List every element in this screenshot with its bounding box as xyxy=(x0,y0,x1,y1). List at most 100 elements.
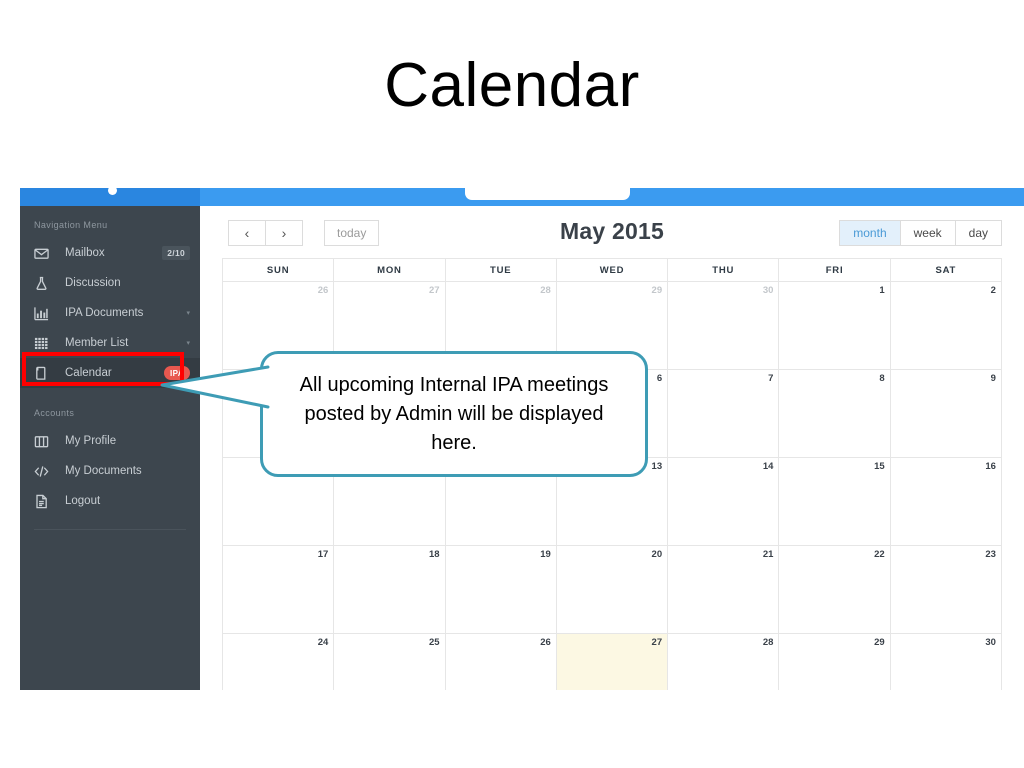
day-number: 2 xyxy=(990,285,996,296)
code-icon xyxy=(34,463,54,479)
calendar-day-cell[interactable]: 2 xyxy=(890,282,1002,370)
sidebar-item-label: Member List xyxy=(65,337,129,349)
sidebar-item-logout[interactable]: Logout xyxy=(20,486,200,516)
columns-icon xyxy=(34,433,54,449)
day-header-fri: FRI xyxy=(779,259,891,282)
calendar-day-cell[interactable]: 14 xyxy=(668,458,780,546)
sidebar: Navigation Menu Mailbox 2/10 Discussion IPA… xyxy=(20,206,200,690)
calendar-day-cell[interactable]: 7 xyxy=(668,370,780,458)
brand-dot-icon xyxy=(108,188,117,195)
view-button-day[interactable]: day xyxy=(954,220,1002,246)
ipa-badge: IPA xyxy=(164,366,190,380)
calendar-day-cell[interactable]: 25 xyxy=(334,634,446,690)
view-button-week[interactable]: week xyxy=(899,220,956,246)
sidebar-section-navigation-label: Navigation Menu xyxy=(34,220,108,230)
calendar-day-cell[interactable]: 19 xyxy=(445,546,557,634)
calendar-day-cell[interactable]: 22 xyxy=(779,546,891,634)
day-number: 27 xyxy=(651,637,663,648)
calendar-day-cell[interactable]: 8 xyxy=(779,370,891,458)
day-number: 14 xyxy=(762,461,774,472)
sidebar-item-my-documents[interactable]: My Documents xyxy=(20,456,200,486)
calendar-day-cell[interactable]: 20 xyxy=(556,546,669,634)
topbar-notch xyxy=(465,188,630,200)
day-number: 15 xyxy=(874,461,885,472)
bar-chart-icon xyxy=(34,305,54,321)
sidebar-item-label: IPA Documents xyxy=(65,307,144,319)
day-number: 9 xyxy=(990,373,996,384)
calendar-day-cell[interactable]: 29 xyxy=(779,634,891,690)
sidebar-item-member-list[interactable]: Member List ▾ xyxy=(20,328,200,358)
calendar-day-cell[interactable]: 26 xyxy=(446,634,557,690)
sidebar-item-label: My Documents xyxy=(65,465,142,477)
sidebar-item-calendar[interactable]: Calendar IPA xyxy=(20,358,200,388)
calendar-day-cell[interactable]: 16 xyxy=(890,458,1002,546)
day-number: 20 xyxy=(651,549,663,560)
calendar-day-cell[interactable]: 23 xyxy=(890,546,1002,634)
calendar-day-cell[interactable]: 24 xyxy=(223,634,335,690)
calendar-day-cell[interactable]: 15 xyxy=(779,458,891,546)
day-number: 30 xyxy=(985,637,996,648)
calendar-day-cell-today[interactable]: 27 xyxy=(556,634,669,690)
day-number: 29 xyxy=(651,285,663,296)
day-number: 27 xyxy=(428,285,440,296)
day-number: 6 xyxy=(656,373,663,384)
calendar-day-cell[interactable]: 30 xyxy=(891,634,1002,690)
calendar-view-button-group: month week day xyxy=(839,220,1002,246)
day-header-wed: WED xyxy=(556,259,669,282)
calendar-day-cell[interactable]: 21 xyxy=(668,546,780,634)
day-header-tue: TUE xyxy=(445,259,557,282)
chevron-down-icon: ▾ xyxy=(186,310,190,317)
calendar-toolbar: ‹ › today May 2015 month week day xyxy=(200,206,1024,258)
sidebar-item-label: Calendar xyxy=(65,367,112,379)
calendar-day-cell[interactable]: 17 xyxy=(223,546,335,634)
day-number: 28 xyxy=(762,637,774,648)
calendar-day-cell[interactable]: 9 xyxy=(890,370,1002,458)
day-number: 8 xyxy=(879,373,885,384)
sidebar-item-label: Mailbox xyxy=(65,247,105,259)
topbar-right-segment xyxy=(200,188,1024,206)
day-number: 21 xyxy=(762,549,774,560)
sidebar-item-mailbox[interactable]: Mailbox 2/10 xyxy=(20,238,200,268)
day-number: 13 xyxy=(651,461,663,472)
chevron-down-icon: ▾ xyxy=(186,340,190,347)
day-header-thu: THU xyxy=(668,259,780,282)
sidebar-divider xyxy=(34,529,186,530)
sidebar-item-discussion[interactable]: Discussion xyxy=(20,268,200,298)
calendar-day-cell[interactable]: 28 xyxy=(668,634,780,690)
sidebar-nav-list: Mailbox 2/10 Discussion IPA Documents ▾ Membe… xyxy=(20,238,200,388)
sidebar-section-accounts-label: Accounts xyxy=(34,408,75,418)
calendar-body: 2627282930123456789101112131415161718192… xyxy=(223,282,1002,690)
day-header-mon: MON xyxy=(334,259,446,282)
day-number: 7 xyxy=(768,373,774,384)
callout-bubble: All upcoming Internal IPA meetings poste… xyxy=(260,351,648,477)
sidebar-accounts-list: My Profile My Documents Logout xyxy=(20,426,200,516)
day-number: 26 xyxy=(317,285,329,296)
callout-text: All upcoming Internal IPA meetings poste… xyxy=(299,373,609,454)
topbar-left-segment xyxy=(20,188,200,206)
slide-canvas: Calendar Navigation Menu Mailbox 2/10 Disc… xyxy=(0,0,1024,768)
day-number: 1 xyxy=(879,285,885,296)
document-icon xyxy=(34,493,54,509)
day-header-sat: SAT xyxy=(890,259,1002,282)
day-number: 18 xyxy=(428,549,440,560)
day-number: 22 xyxy=(874,549,885,560)
sidebar-item-label: Discussion xyxy=(65,277,121,289)
day-number: 30 xyxy=(762,285,774,296)
application-screenshot: Navigation Menu Mailbox 2/10 Discussion IPA… xyxy=(0,188,1024,690)
calendar-icon xyxy=(34,365,54,381)
view-button-month[interactable]: month xyxy=(839,220,901,246)
calendar-day-cell[interactable]: 18 xyxy=(334,546,446,634)
day-number: 16 xyxy=(985,461,996,472)
sidebar-item-my-profile[interactable]: My Profile xyxy=(20,426,200,456)
calendar-day-cell[interactable]: 30 xyxy=(668,282,780,370)
mailbox-count-badge: 2/10 xyxy=(162,246,190,260)
day-header-sun: SUN xyxy=(223,259,335,282)
sidebar-item-label: Logout xyxy=(65,495,101,507)
day-number: 25 xyxy=(428,637,440,648)
sidebar-item-ipa-documents[interactable]: IPA Documents ▾ xyxy=(20,298,200,328)
calendar-day-cell[interactable]: 1 xyxy=(779,282,891,370)
day-number: 23 xyxy=(985,549,996,560)
envelope-icon xyxy=(34,245,54,261)
calendar-week-row: 24 25 26 27 28 29 30 xyxy=(223,634,1002,690)
day-number: 19 xyxy=(540,549,551,560)
